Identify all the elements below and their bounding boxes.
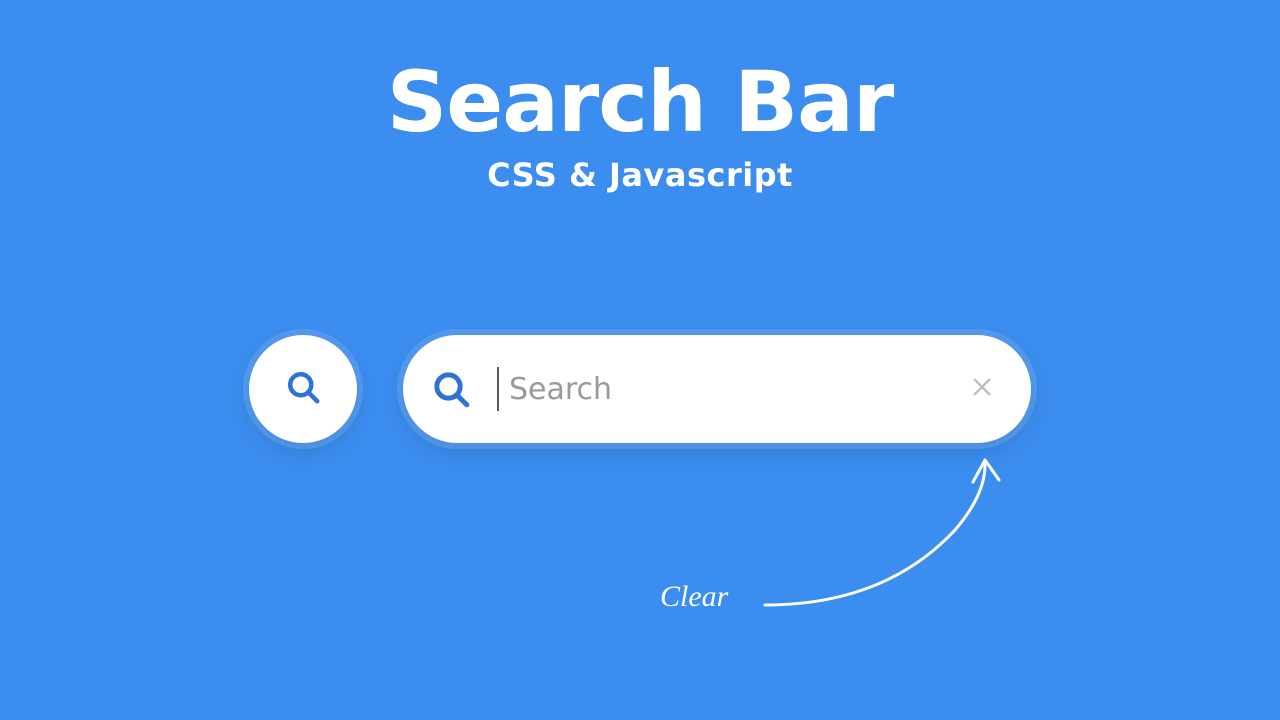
- search-icon: [431, 369, 471, 409]
- close-icon: [971, 376, 993, 402]
- annotation-label: Clear: [660, 580, 728, 614]
- input-divider: [497, 367, 499, 411]
- page-title: Search Bar: [0, 60, 1280, 144]
- annotation-arrow: [745, 450, 1025, 630]
- search-icon: [285, 369, 321, 409]
- search-input[interactable]: [509, 372, 967, 407]
- clear-button[interactable]: [967, 374, 997, 404]
- search-bar: [403, 335, 1031, 443]
- page-subtitle: CSS & Javascript: [0, 156, 1280, 194]
- search-toggle-button[interactable]: [249, 335, 357, 443]
- search-demo-row: [0, 335, 1280, 443]
